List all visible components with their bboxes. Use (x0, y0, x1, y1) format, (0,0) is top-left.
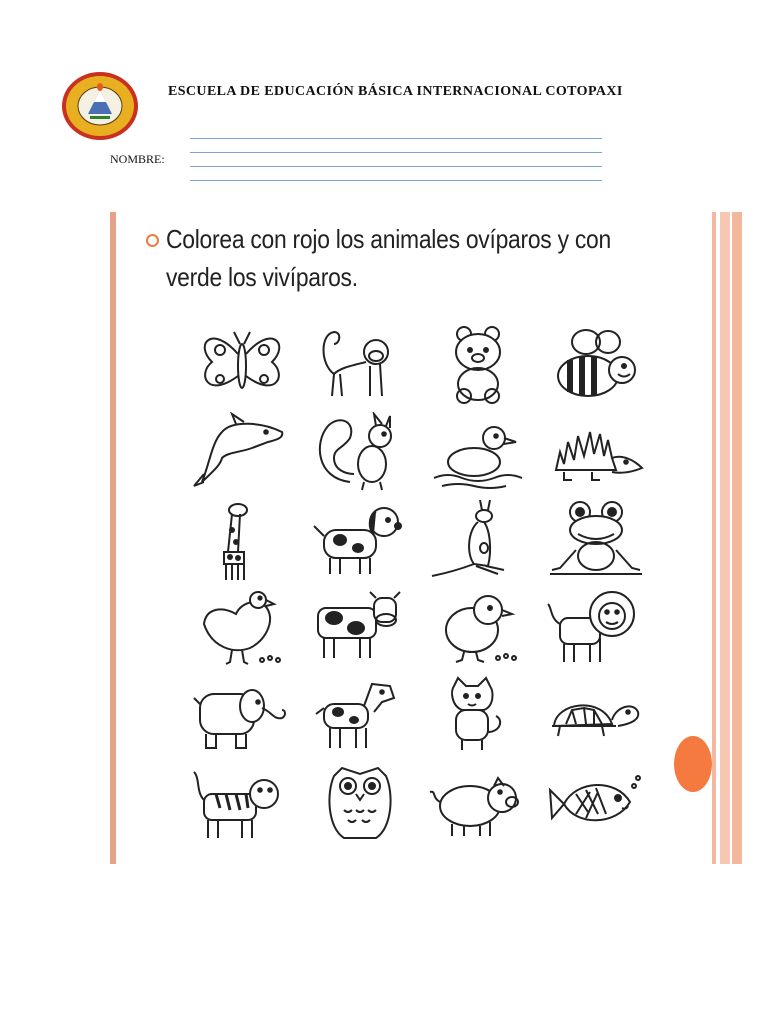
duck-icon[interactable] (428, 412, 528, 494)
bullet-icon (146, 234, 159, 247)
tiger-icon[interactable] (192, 764, 292, 846)
owl-icon[interactable] (310, 764, 410, 846)
hedgehog-icon[interactable] (546, 412, 646, 494)
animal-grid (192, 324, 644, 846)
fish-icon[interactable] (546, 764, 646, 846)
kangaroo-icon[interactable] (428, 499, 528, 582)
dolphin-icon[interactable] (192, 411, 292, 494)
dog-icon[interactable] (310, 500, 410, 582)
monkey-icon[interactable] (310, 324, 410, 406)
cat-icon[interactable] (428, 676, 528, 758)
instruction-text: Colorea con rojo los animales ovíparos y… (166, 224, 611, 292)
worksheet-slide: Colorea con rojo los animales ovíparos y… (110, 212, 742, 864)
left-border-bar (110, 212, 116, 864)
lion-icon[interactable] (546, 588, 646, 670)
school-name: ESCUELA DE EDUCACIÓN BÁSICA INTERNACIONA… (168, 84, 623, 99)
cow-icon[interactable] (310, 588, 410, 670)
pig-icon[interactable] (428, 764, 528, 846)
decorative-dot (674, 736, 712, 792)
school-logo (60, 70, 140, 142)
bee-icon[interactable] (546, 324, 646, 406)
hen-icon[interactable] (192, 588, 292, 670)
turtle-icon[interactable] (546, 676, 646, 758)
horse-icon[interactable] (310, 676, 410, 758)
frog-icon[interactable] (546, 500, 646, 582)
name-writing-lines (190, 138, 602, 184)
squirrel-icon[interactable] (310, 410, 410, 494)
chick-icon[interactable] (428, 588, 528, 670)
butterfly-icon[interactable] (192, 324, 292, 406)
name-label: NOMBRE: (110, 152, 165, 166)
bear-icon[interactable] (428, 324, 528, 406)
giraffe-icon[interactable] (192, 500, 292, 582)
right-border-bars (712, 212, 742, 864)
elephant-icon[interactable] (192, 676, 292, 758)
